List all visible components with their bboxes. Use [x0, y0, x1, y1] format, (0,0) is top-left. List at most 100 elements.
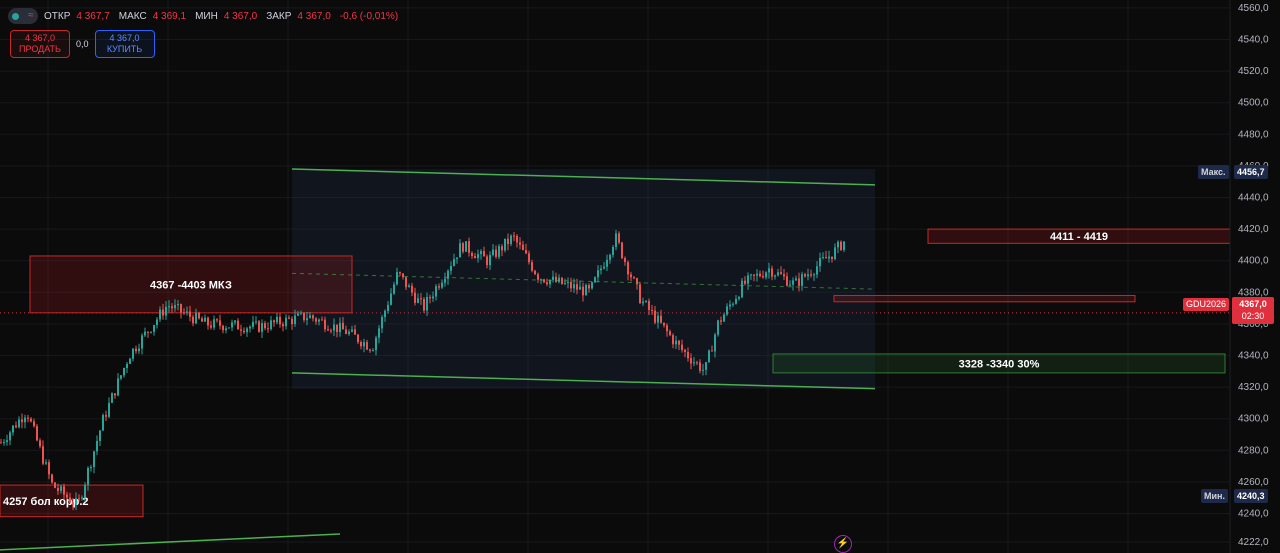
- candle-body: [618, 233, 620, 243]
- price-axis[interactable]: 4560,04540,04520,04500,04480,04460,04440…: [1229, 0, 1269, 553]
- candle-body: [594, 277, 596, 283]
- candle-body: [576, 284, 578, 290]
- zone-label: 3328 -3340 30%: [959, 358, 1040, 370]
- candle-body: [825, 257, 827, 259]
- visibility-toggle[interactable]: ≈: [8, 8, 38, 24]
- candle-body: [198, 312, 200, 319]
- candle-body: [639, 284, 641, 304]
- candle-body: [417, 298, 419, 303]
- candle-body: [546, 282, 548, 285]
- price-chart[interactable]: 4367 -4403 МКЗ 4411 - 4419 3328 -3340 30% 4…: [0, 0, 1280, 553]
- candle-body: [282, 324, 284, 327]
- candle-body: [672, 335, 674, 345]
- candle-body: [597, 270, 599, 278]
- min-tag-value: 4240,3: [1234, 489, 1268, 503]
- buy-label: КУПИТЬ: [106, 44, 143, 54]
- candle-body: [348, 331, 350, 334]
- candle-body: [165, 306, 167, 316]
- candle-body: [36, 426, 38, 441]
- candle-body: [168, 306, 170, 308]
- candle-body: [51, 474, 53, 483]
- y-tick-label: 4340,0: [1238, 351, 1269, 362]
- candle-body: [501, 246, 503, 251]
- lightning-icon[interactable]: ⚡: [834, 535, 852, 553]
- candle-body: [579, 286, 581, 290]
- candle-body: [48, 462, 50, 475]
- candle-body: [333, 324, 335, 331]
- y-tick-label: 4480,0: [1238, 129, 1269, 140]
- change-value: -0,6 (-0,01%): [339, 10, 399, 22]
- candle-body: [246, 328, 248, 333]
- y-tick-label: 4320,0: [1238, 382, 1269, 393]
- candle-body: [765, 272, 767, 278]
- candle-body: [567, 281, 569, 283]
- candle-body: [378, 328, 380, 338]
- candle-body: [717, 320, 719, 335]
- candle-body: [213, 319, 215, 328]
- candle-body: [27, 417, 29, 419]
- candle-body: [6, 440, 8, 442]
- candle-body: [474, 256, 476, 259]
- sell-button[interactable]: 4 367,0 ПРОДАТЬ: [10, 30, 70, 58]
- candle-body: [0, 442, 2, 444]
- candle-body: [150, 331, 152, 333]
- candle-body: [645, 301, 647, 303]
- candle-body: [117, 378, 119, 396]
- candle-body: [603, 266, 605, 269]
- candle-body: [273, 320, 275, 323]
- candle-body: [300, 312, 302, 314]
- candle-body: [18, 419, 20, 428]
- candle-body: [111, 393, 113, 403]
- candle-body: [81, 497, 83, 499]
- buy-button[interactable]: 4 367,0 КУПИТЬ: [94, 30, 155, 58]
- candle-body: [33, 421, 35, 427]
- candle-body: [78, 498, 80, 500]
- candle-body: [90, 467, 92, 469]
- candle-body: [147, 331, 149, 333]
- candle-body: [60, 486, 62, 491]
- sell-label: ПРОДАТЬ: [19, 44, 61, 54]
- zone-rect[interactable]: [833, 294, 1136, 303]
- candle-body: [483, 251, 485, 257]
- candle-body: [636, 278, 638, 285]
- candle-body: [321, 319, 323, 321]
- wave-icon: ≈: [28, 10, 34, 21]
- candle-body: [588, 285, 590, 289]
- candle-body: [753, 274, 755, 276]
- candle-body: [555, 276, 557, 282]
- buy-price: 4 367,0: [109, 33, 140, 43]
- candle-body: [786, 276, 788, 286]
- sell-price: 4 367,0: [24, 33, 56, 43]
- candle-body: [570, 281, 572, 289]
- candle-body: [63, 486, 65, 495]
- candle-body: [585, 285, 587, 296]
- candle-body: [768, 268, 770, 273]
- candle-body: [450, 265, 452, 271]
- candle-body: [762, 276, 764, 278]
- candle-body: [102, 415, 104, 431]
- candle-body: [219, 320, 221, 326]
- candle-body: [312, 315, 314, 319]
- candle-body: [231, 322, 233, 328]
- candle-body: [687, 351, 689, 359]
- candle-body: [621, 242, 623, 259]
- candle-body: [21, 419, 23, 423]
- candle-body: [87, 467, 89, 485]
- candle-body: [360, 342, 362, 347]
- close-label: ЗАКР: [266, 10, 292, 22]
- candle-body: [498, 246, 500, 257]
- candle-body: [393, 284, 395, 294]
- candle-body: [822, 257, 824, 259]
- candle-body: [798, 278, 800, 286]
- y-tick-label: 4300,0: [1238, 414, 1269, 425]
- candle-body: [414, 292, 416, 303]
- candle-body: [186, 311, 188, 313]
- candle-body: [729, 304, 731, 307]
- candle-body: [516, 235, 518, 243]
- candle-body: [693, 362, 695, 364]
- ohlc-legend: ≈ ОТКР 4 367,7 МАКС 4 369,1 МИН 4 367,0 ЗАК…: [8, 8, 401, 24]
- candle-body: [135, 348, 137, 352]
- candle-body: [432, 296, 434, 299]
- candle-body: [375, 337, 377, 351]
- candle-body: [813, 274, 815, 276]
